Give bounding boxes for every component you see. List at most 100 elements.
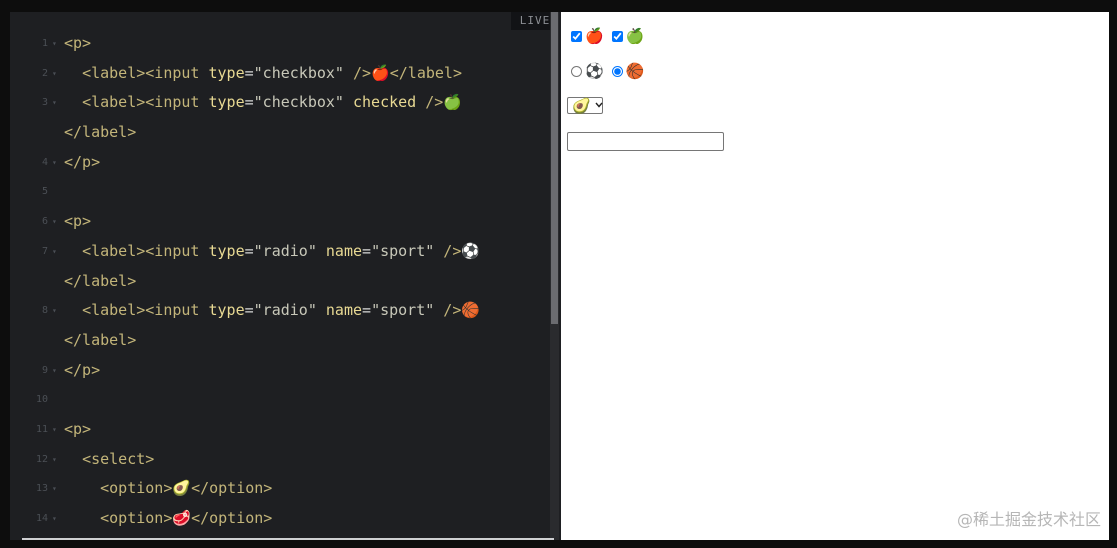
line-number: 7 — [41, 245, 48, 257]
code-line[interactable]: 12 ▾ <select> — [10, 445, 550, 475]
code-token: "radio" — [253, 301, 317, 320]
code-token: 🥑 — [172, 479, 192, 498]
code-token: type — [208, 301, 245, 320]
editor-scrollbar[interactable] — [550, 12, 559, 540]
code-line[interactable]: 6 ▾ <p> — [10, 207, 550, 237]
fold-arrow-icon[interactable]: ▾ — [52, 474, 57, 504]
radio-soccer[interactable] — [571, 65, 582, 77]
code-line[interactable]: 3 ▾ <label><input type="checkbox" checked… — [10, 88, 550, 118]
code-text: </p> — [64, 356, 100, 386]
code-line[interactable]: 2 ▾ <label><input type="checkbox" />🍎</la… — [10, 59, 550, 89]
code-lines[interactable]: 1 ▾ <p> 2 ▾ <label><input type="checkbox" />… — [10, 29, 550, 534]
radio-basketball[interactable] — [611, 65, 623, 77]
code-text: </label> — [64, 118, 136, 148]
code-line[interactable]: 5 — [10, 177, 550, 207]
line-number: 5 — [41, 186, 48, 198]
line-number: 2 — [41, 67, 48, 79]
code-token: checked — [343, 93, 417, 112]
code-token: /> — [343, 63, 372, 82]
checkbox-green-apple-label[interactable]: 🍏 — [610, 28, 644, 44]
code-line[interactable]: 9 ▾ </p> — [10, 356, 550, 386]
line-number: 6 — [41, 216, 48, 228]
radio-soccer-label[interactable]: ⚽ — [569, 63, 604, 79]
select-selected-value: 🥑 — [572, 96, 591, 115]
code-token: 🍏 — [443, 93, 462, 112]
code-token: "checkbox" — [253, 93, 344, 112]
line-number: 10 — [35, 394, 48, 406]
fold-arrow-icon[interactable]: ▾ — [52, 207, 57, 237]
code-text: <label><input type="radio" name="sport" … — [64, 296, 480, 326]
code-text: <p> — [64, 415, 91, 445]
code-token: <label><input — [82, 301, 209, 320]
code-text: <label><input type="checkbox" />🍎</label… — [64, 59, 462, 89]
code-line[interactable]: 4 ▾ </p> — [10, 148, 550, 178]
chevron-down-icon — [595, 101, 603, 111]
code-editor[interactable]: 1 ▾ <p> 2 ▾ <label><input type="checkbox" />… — [10, 12, 559, 540]
fold-arrow-icon[interactable]: ▾ — [52, 148, 57, 178]
code-line[interactable]: 8 ▾ <label><input type="radio" name="spor… — [10, 296, 550, 326]
line-number: 13 — [35, 483, 48, 495]
fold-arrow-icon[interactable]: ▾ — [52, 88, 57, 118]
code-token: 🍎 — [371, 63, 390, 82]
code-text: </p> — [64, 148, 100, 178]
code-token: </label> — [64, 271, 137, 290]
code-line[interactable]: </label> — [10, 326, 550, 356]
fold-arrow-icon[interactable]: ▾ — [52, 237, 57, 267]
fold-arrow-icon[interactable]: ▾ — [52, 445, 57, 475]
code-token: <select> — [82, 449, 155, 468]
code-token: "sport" — [371, 301, 435, 320]
code-token: = — [244, 301, 254, 320]
line-number: 4 — [41, 156, 48, 168]
code-text: </label> — [64, 326, 136, 356]
code-token: = — [244, 63, 254, 82]
code-token: "sport" — [371, 241, 435, 260]
code-token: <p> — [64, 34, 92, 52]
editor-scrollbar-thumb[interactable] — [551, 12, 558, 324]
fold-arrow-icon[interactable]: ▾ — [52, 356, 57, 386]
code-line[interactable]: 1 ▾ <p> — [10, 29, 550, 59]
fold-arrow-icon[interactable]: ▾ — [52, 415, 57, 445]
checkbox-green-apple[interactable] — [611, 30, 623, 42]
code-token: <label><input — [82, 93, 209, 112]
apple-emoji: 🍎 — [585, 27, 604, 45]
code-token: </p> — [64, 360, 101, 379]
checkbox-apple[interactable] — [571, 30, 582, 42]
code-token: <option> — [100, 509, 173, 527]
watermark: @稀土掘金技术社区 — [956, 510, 1101, 529]
code-line[interactable]: 13 ▾ <option>🥑</option> — [10, 474, 550, 504]
radio-row: ⚽ 🏀 — [569, 63, 650, 79]
code-line[interactable]: 14 ▾ <option>🥩</option> — [10, 504, 550, 534]
radio-basketball-label[interactable]: 🏀 — [610, 62, 645, 80]
code-text: <p> — [64, 207, 91, 237]
line-number: 1 — [41, 38, 48, 49]
fold-arrow-icon[interactable]: ▾ — [52, 29, 57, 59]
code-token: /> — [416, 93, 444, 112]
code-token: type — [208, 63, 245, 82]
basketball-emoji: 🏀 — [625, 62, 645, 80]
code-line[interactable]: 7 ▾ <label><input type="radio" name="spor… — [10, 237, 550, 267]
fold-arrow-icon[interactable]: ▾ — [52, 59, 57, 89]
code-token: 🥩 — [172, 509, 192, 527]
fold-arrow-icon[interactable]: ▾ — [52, 504, 57, 534]
text-input[interactable] — [567, 132, 724, 151]
code-token: /> — [434, 241, 462, 260]
line-number: 14 — [35, 513, 48, 524]
code-line[interactable]: </label> — [10, 118, 550, 148]
live-preview: 🍎 🍏 ⚽ 🏀 🥑 @稀土掘金技术社区 — [561, 12, 1109, 540]
code-line[interactable]: 10 — [10, 385, 550, 415]
code-line[interactable]: </label> — [10, 267, 550, 297]
food-select[interactable]: 🥑 — [567, 97, 603, 114]
code-token: /> — [434, 301, 462, 320]
fold-arrow-icon[interactable]: ▾ — [52, 296, 57, 326]
code-token: = — [244, 93, 254, 112]
code-token: name — [316, 301, 363, 320]
code-token: <option> — [100, 479, 173, 498]
code-token: <p> — [64, 419, 92, 438]
checkbox-row: 🍎 🍏 — [569, 28, 650, 44]
code-text: </label> — [64, 267, 136, 297]
checkbox-apple-label[interactable]: 🍎 — [569, 28, 604, 44]
code-line[interactable]: 11 ▾ <p> — [10, 415, 550, 445]
